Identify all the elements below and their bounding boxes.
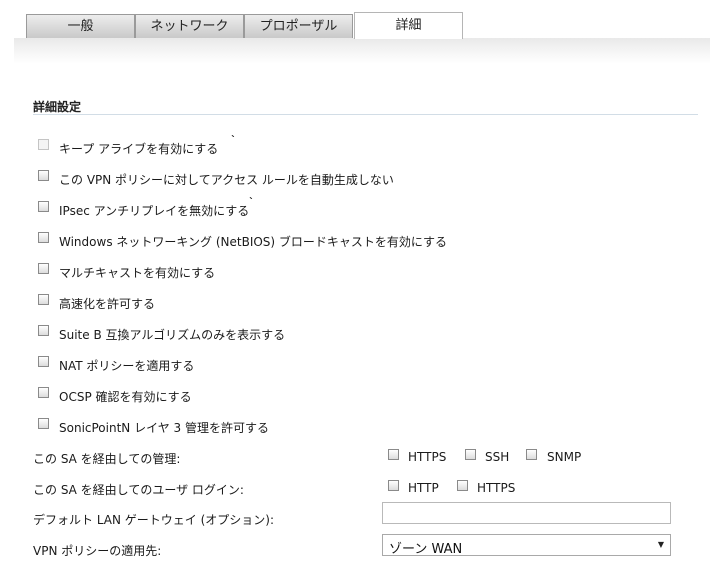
disable-anti-replay-checkbox[interactable] — [38, 201, 49, 212]
nat-policy-label: NAT ポリシーを適用する — [59, 359, 195, 373]
user-login-https-checkbox[interactable] — [457, 480, 468, 491]
section-title: 詳細設定 — [33, 100, 82, 114]
acceleration-label: 高速化を許可する — [59, 297, 156, 311]
sonicpoint-l3-checkbox[interactable] — [38, 418, 49, 429]
management-ssh-checkbox[interactable] — [465, 449, 476, 460]
netbios-broadcast-checkbox[interactable] — [38, 232, 49, 243]
apply-to-selected-value: ゾーン WAN — [389, 542, 463, 557]
tab-content-header — [14, 38, 710, 64]
sonicpoint-l3-label: SonicPointN レイヤ 3 管理を許可する — [59, 421, 269, 435]
management-ssh-label: SSH — [485, 450, 510, 464]
ocsp-checkbox[interactable] — [38, 387, 49, 398]
multicast-checkbox[interactable] — [38, 263, 49, 274]
suite-b-checkbox[interactable] — [38, 325, 49, 336]
no-auto-access-rules-label: この VPN ポリシーに対してアクセス ルールを自動生成しない — [59, 173, 394, 187]
disable-anti-replay-label: IPsec アンチリプレイを無効にする — [59, 204, 250, 218]
tab-network[interactable]: ネットワーク — [135, 14, 244, 38]
multicast-label: マルチキャストを有効にする — [59, 266, 216, 280]
keep-alive-checkbox[interactable] — [38, 139, 49, 150]
default-gateway-input[interactable] — [382, 502, 671, 524]
nat-policy-checkbox[interactable] — [38, 356, 49, 367]
apply-to-select[interactable]: ゾーン WAN ▼ — [382, 534, 671, 557]
user-login-label: この SA を経由してのユーザ ログイン: — [33, 483, 244, 497]
management-snmp-label: SNMP — [547, 450, 582, 464]
keep-alive-label: キープ アライブを有効にする — [59, 142, 219, 156]
apply-to-label: VPN ポリシーの適用先: — [33, 544, 162, 558]
suite-b-label: Suite B 互換アルゴリズムのみを表示する — [59, 328, 286, 342]
chevron-down-icon: ▼ — [657, 540, 664, 549]
tick-mark: ˋ — [249, 197, 254, 208]
management-snmp-checkbox[interactable] — [526, 449, 537, 460]
user-login-https-label: HTTPS — [477, 481, 516, 495]
section-divider — [33, 114, 698, 115]
ocsp-label: OCSP 確認を有効にする — [59, 390, 192, 404]
management-label: この SA を経由しての管理: — [33, 452, 181, 466]
management-https-checkbox[interactable] — [388, 449, 399, 460]
tick-mark: ˋ — [231, 135, 236, 146]
user-login-http-label: HTTP — [408, 481, 439, 495]
tab-advanced[interactable]: 詳細 — [354, 12, 463, 39]
user-login-http-checkbox[interactable] — [388, 480, 399, 491]
no-auto-access-rules-checkbox[interactable] — [38, 170, 49, 181]
tab-general[interactable]: 一般 — [26, 14, 135, 38]
acceleration-checkbox[interactable] — [38, 294, 49, 305]
tab-proposals[interactable]: プロポーザル — [244, 14, 353, 38]
management-https-label: HTTPS — [408, 450, 447, 464]
netbios-broadcast-label: Windows ネットワーキング (NetBIOS) ブロードキャストを有効にす… — [59, 235, 448, 249]
default-gateway-label: デフォルト LAN ゲートウェイ (オプション): — [33, 513, 274, 527]
